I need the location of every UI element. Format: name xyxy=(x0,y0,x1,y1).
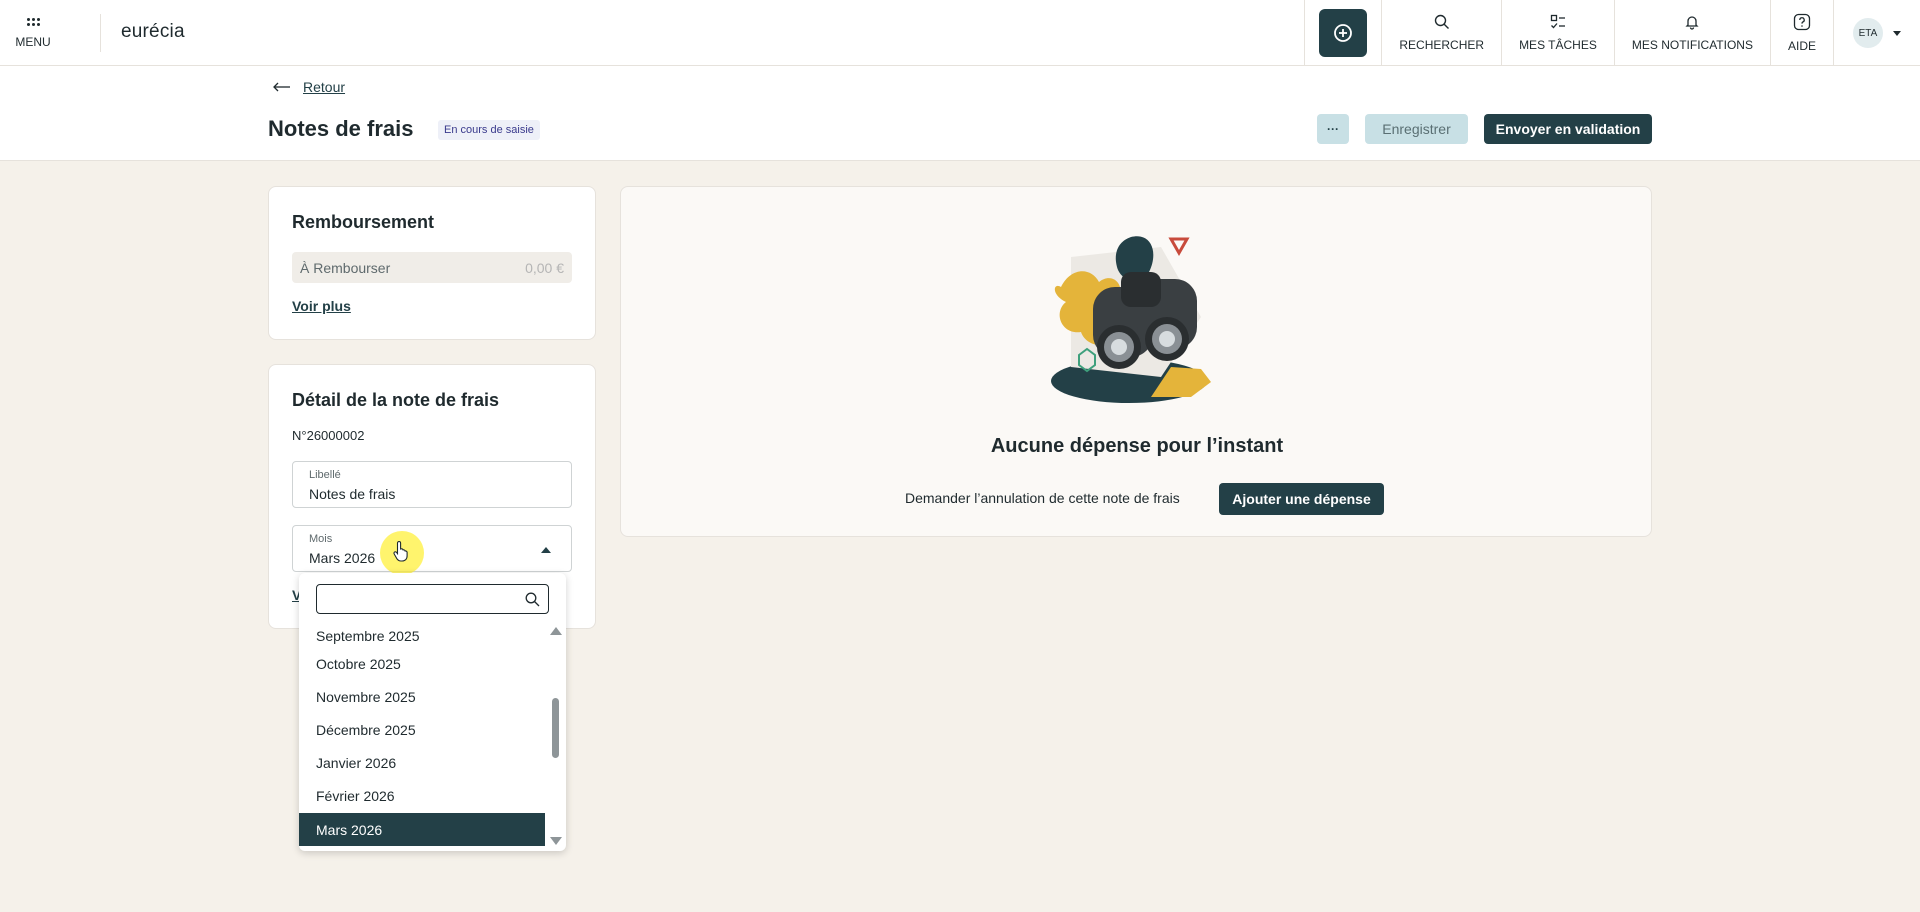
libelle-label: Libellé xyxy=(309,469,341,481)
month-select[interactable]: Mois Mars 2026 xyxy=(292,525,572,572)
nav-tasks-label: MES TÂCHES xyxy=(1519,38,1597,52)
dropdown-search-input[interactable] xyxy=(324,590,514,608)
nav-notifications[interactable]: MES NOTIFICATIONS xyxy=(1615,0,1770,66)
menu-label: MENU xyxy=(15,34,51,49)
empty-state-title: Aucune dépense pour l’instant xyxy=(990,435,1284,457)
cancel-expense-report-link[interactable]: Demander l’annulation de cette note de f… xyxy=(905,490,1180,506)
status-badge: En cours de saisie xyxy=(438,120,540,140)
scroll-down-arrow-icon[interactable] xyxy=(550,837,562,845)
nav-actions: RECHERCHER MES TÂCHES MES NOTIFICATIONS xyxy=(1304,0,1920,66)
apps-grid-icon xyxy=(26,17,40,26)
libelle-value: Notes de frais xyxy=(309,486,396,502)
dropdown-option[interactable]: Février 2026 xyxy=(299,779,545,812)
binoculars-illustration xyxy=(1051,236,1211,403)
dropdown-option[interactable]: Novembre 2025 xyxy=(299,680,545,713)
dropdown-search-field[interactable] xyxy=(316,584,549,614)
expense-number: N°26000002 xyxy=(292,428,365,443)
libelle-field[interactable]: Libellé Notes de frais xyxy=(292,461,572,508)
search-icon xyxy=(525,592,540,607)
month-dropdown: Septembre 2025 Octobre 2025 Novembre 202… xyxy=(299,573,566,851)
top-navigation-bar: MENU eurécia RECHERCHER MES TÂCHES MES N… xyxy=(0,0,1920,66)
scrollbar-thumb[interactable] xyxy=(552,698,559,758)
nav-tasks[interactable]: MES TÂCHES xyxy=(1502,0,1614,66)
arrow-left-icon[interactable] xyxy=(273,82,291,92)
dropdown-options: Septembre 2025 Octobre 2025 Novembre 202… xyxy=(299,625,545,851)
send-validation-button[interactable]: Envoyer en validation xyxy=(1484,114,1652,144)
help-icon xyxy=(1793,13,1811,31)
detail-title: Détail de la note de frais xyxy=(292,390,500,410)
create-button-wrapper xyxy=(1305,0,1381,66)
menu-button[interactable]: MENU xyxy=(0,0,66,66)
reimbursement-title: Remboursement xyxy=(292,212,435,232)
add-expense-button[interactable]: Ajouter une dépense xyxy=(1219,483,1384,515)
reimbursement-amount: 0,00 € xyxy=(525,259,564,276)
tasks-icon xyxy=(1550,14,1565,29)
back-link-group: Retour xyxy=(273,79,345,95)
month-label: Mois xyxy=(309,533,333,545)
save-button[interactable]: Enregistrer xyxy=(1365,114,1468,144)
scroll-up-arrow-icon[interactable] xyxy=(550,627,562,635)
nav-notifications-label: MES NOTIFICATIONS xyxy=(1631,38,1753,52)
search-icon xyxy=(1434,14,1449,29)
dropdown-scrollbar[interactable] xyxy=(547,625,564,847)
nav-search[interactable]: RECHERCHER xyxy=(1382,0,1501,66)
nav-search-label: RECHERCHER xyxy=(1399,38,1485,52)
expenses-empty-state: Aucune dépense pour l’instant Demander l… xyxy=(620,186,1652,537)
dropdown-option[interactable]: Janvier 2026 xyxy=(299,746,545,779)
nav-help-label: AIDE xyxy=(1787,39,1816,53)
reimbursement-card: Remboursement À Rembourser 0,00 € Voir p… xyxy=(268,186,596,340)
back-link[interactable]: Retour xyxy=(303,79,345,95)
chevron-up-icon xyxy=(541,547,551,553)
page-header: Retour Notes de frais En cours de saisie… xyxy=(0,66,1920,161)
reimbursement-row: À Rembourser 0,00 € xyxy=(292,252,572,283)
hand-cursor-icon xyxy=(393,540,408,562)
dropdown-option[interactable]: Octobre 2025 xyxy=(299,647,545,680)
nav-help[interactable]: AIDE xyxy=(1771,0,1833,66)
more-actions-button[interactable]: ··· xyxy=(1317,114,1349,144)
plus-circle-icon xyxy=(1334,24,1353,42)
month-value: Mars 2026 xyxy=(309,550,376,566)
create-button[interactable] xyxy=(1319,9,1368,57)
dropdown-option[interactable]: Septembre 2025 xyxy=(299,625,545,647)
chevron-down-icon xyxy=(1893,30,1901,36)
avatar: ETA xyxy=(1853,18,1883,48)
divider xyxy=(100,14,101,52)
page-title: Notes de frais xyxy=(268,116,414,141)
see-more-link[interactable]: Voir plus xyxy=(292,298,351,314)
dropdown-option-selected[interactable]: Mars 2026 xyxy=(299,813,545,846)
eurecia-logo[interactable]: eurécia xyxy=(121,21,185,43)
user-menu[interactable]: ETA xyxy=(1834,0,1920,66)
dropdown-option[interactable]: Décembre 2025 xyxy=(299,713,545,746)
bell-icon xyxy=(1685,16,1699,30)
reimbursement-label: À Rembourser xyxy=(300,259,391,276)
